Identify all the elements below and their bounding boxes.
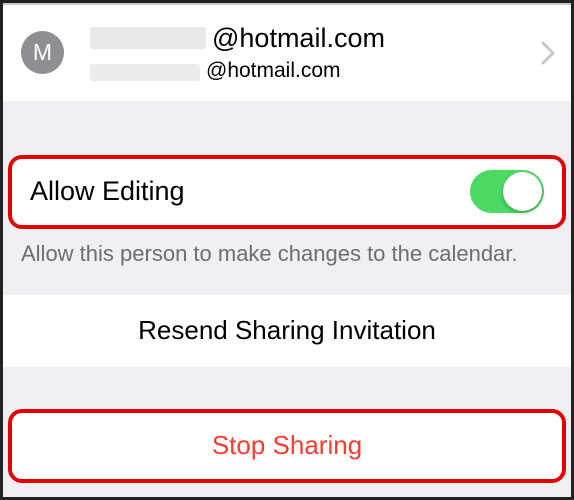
contact-row[interactable]: M @hotmail.com @hotmail.com bbox=[3, 5, 571, 101]
allow-editing-description: Allow this person to make changes to the… bbox=[3, 229, 571, 295]
secondary-email: @hotmail.com bbox=[206, 58, 341, 83]
avatar-initial: M bbox=[33, 39, 52, 66]
allow-editing-label: Allow Editing bbox=[30, 176, 185, 207]
allow-editing-row[interactable]: Allow Editing bbox=[12, 159, 562, 225]
redacted-name bbox=[90, 27, 206, 49]
stop-sharing-highlight: Stop Sharing bbox=[8, 409, 566, 483]
avatar: M bbox=[21, 31, 64, 74]
contact-text: @hotmail.com @hotmail.com bbox=[90, 22, 531, 84]
chevron-right-icon bbox=[541, 41, 555, 65]
resend-invitation-label: Resend Sharing Invitation bbox=[138, 315, 436, 346]
resend-invitation-button[interactable]: Resend Sharing Invitation bbox=[3, 295, 571, 367]
toggle-knob bbox=[503, 172, 542, 211]
stop-sharing-button[interactable]: Stop Sharing bbox=[12, 413, 562, 479]
primary-email: @hotmail.com bbox=[212, 22, 385, 54]
stop-sharing-label: Stop Sharing bbox=[212, 430, 362, 461]
allow-editing-toggle[interactable] bbox=[470, 170, 544, 213]
redacted-name-small bbox=[90, 64, 200, 81]
allow-editing-highlight: Allow Editing bbox=[8, 155, 566, 229]
